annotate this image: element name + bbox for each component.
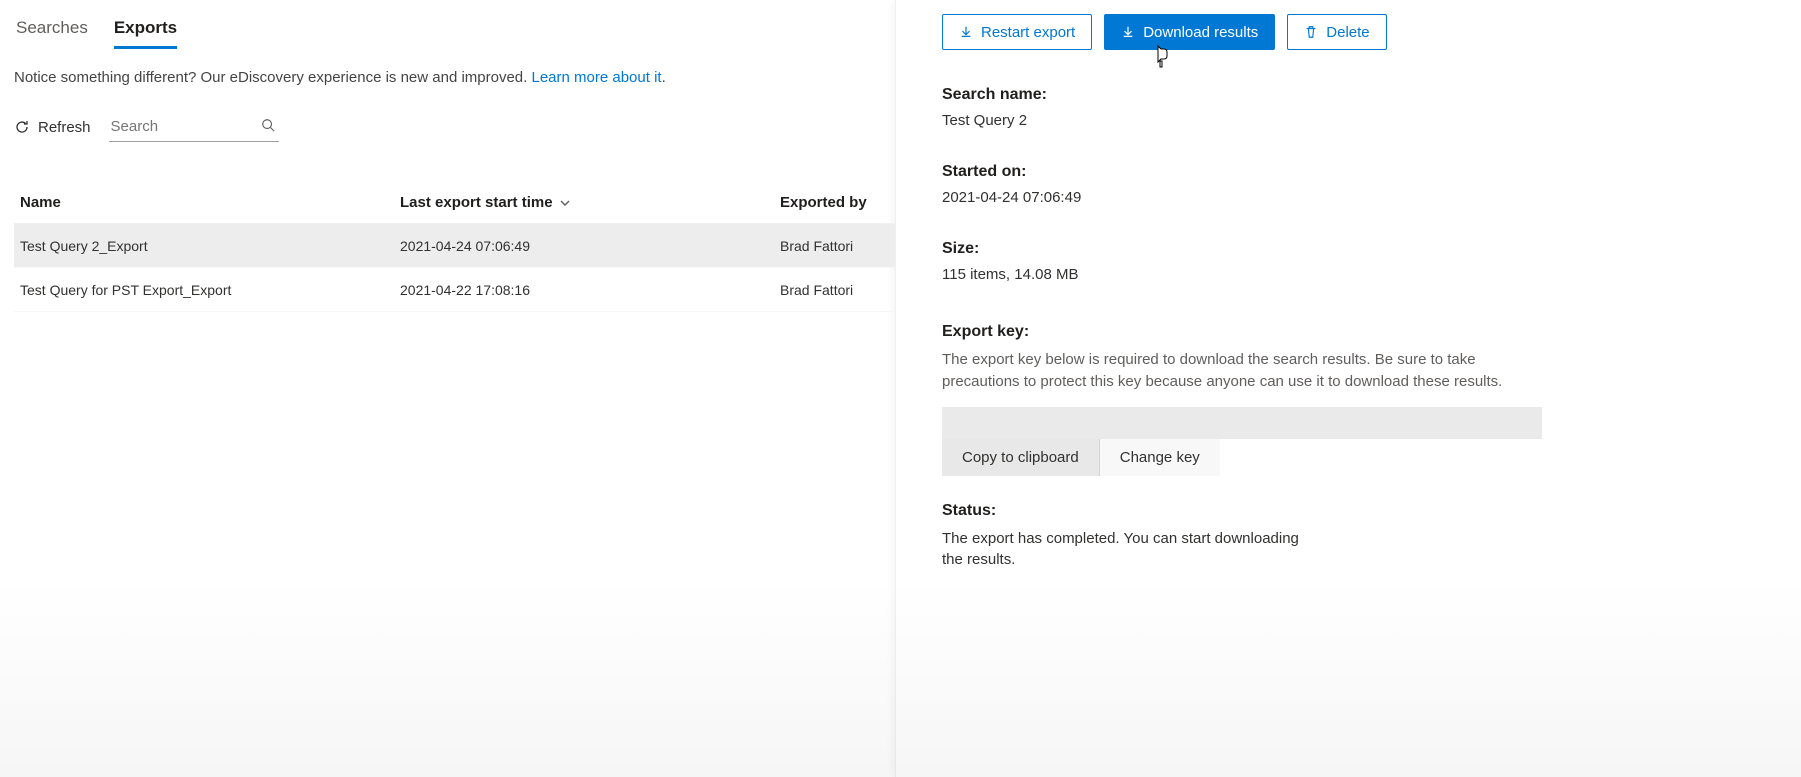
- export-key-label: Export key:: [942, 323, 1773, 341]
- table-header: Name Last export start time Exported by: [14, 182, 895, 224]
- search-name-value: Test Query 2: [942, 112, 1773, 129]
- delete-label: Delete: [1326, 24, 1369, 41]
- download-results-label: Download results: [1143, 24, 1258, 41]
- search-input[interactable]: [109, 112, 279, 141]
- notice-text: Notice something different? Our eDiscove…: [14, 69, 531, 86]
- size-label: Size:: [942, 240, 1773, 258]
- chevron-down-icon: [559, 197, 571, 209]
- download-icon: [959, 25, 973, 39]
- size-value: 115 items, 14.08 MB: [942, 266, 1773, 283]
- tab-exports[interactable]: Exports: [114, 14, 177, 49]
- export-key-actions: Copy to clipboard Change key: [942, 439, 1542, 476]
- col-last-start-label: Last export start time: [400, 194, 553, 211]
- change-key-button[interactable]: Change key: [1100, 439, 1220, 476]
- cell-by: Brad Fattori: [780, 282, 889, 298]
- page-tabs: Searches Exports: [14, 14, 895, 49]
- col-name[interactable]: Name: [20, 194, 400, 211]
- copy-key-button[interactable]: Copy to clipboard: [942, 439, 1100, 476]
- learn-more-link[interactable]: Learn more about it: [531, 69, 661, 86]
- refresh-button[interactable]: Refresh: [14, 119, 91, 136]
- refresh-label: Refresh: [38, 119, 91, 136]
- export-key-note: The export key below is required to down…: [942, 349, 1542, 393]
- tab-searches[interactable]: Searches: [16, 14, 88, 49]
- cell-name: Test Query for PST Export_Export: [20, 282, 400, 298]
- cell-time: 2021-04-24 07:06:49: [400, 238, 780, 254]
- download-results-button[interactable]: Download results: [1104, 14, 1275, 50]
- started-on-label: Started on:: [942, 163, 1773, 181]
- info-notice: Notice something different? Our eDiscove…: [14, 69, 895, 86]
- col-exported-by[interactable]: Exported by: [780, 194, 889, 211]
- cell-name: Test Query 2_Export: [20, 238, 400, 254]
- search-icon[interactable]: [261, 118, 275, 135]
- search-name-label: Search name:: [942, 86, 1773, 104]
- restart-export-label: Restart export: [981, 24, 1075, 41]
- trash-icon: [1304, 25, 1318, 39]
- delete-button[interactable]: Delete: [1287, 14, 1386, 50]
- notice-dot: .: [662, 69, 666, 86]
- refresh-icon: [14, 119, 30, 135]
- status-label: Status:: [942, 502, 1773, 520]
- exports-list-pane: Searches Exports Notice something differ…: [0, 0, 895, 777]
- exports-table: Name Last export start time Exported by …: [14, 182, 895, 312]
- download-icon: [1121, 25, 1135, 39]
- table-row[interactable]: Test Query 2_Export 2021-04-24 07:06:49 …: [14, 224, 895, 268]
- export-details-pane: Restart export Download results Delete S…: [895, 0, 1801, 777]
- cell-time: 2021-04-22 17:08:16: [400, 282, 780, 298]
- status-value: The export has completed. You can start …: [942, 528, 1302, 572]
- started-on-value: 2021-04-24 07:06:49: [942, 189, 1773, 206]
- search-box: [109, 112, 279, 142]
- action-bar: Restart export Download results Delete: [942, 14, 1773, 50]
- cell-by: Brad Fattori: [780, 238, 889, 254]
- col-last-start[interactable]: Last export start time: [400, 194, 780, 211]
- export-key-field[interactable]: [942, 407, 1542, 439]
- restart-export-button[interactable]: Restart export: [942, 14, 1092, 50]
- table-row[interactable]: Test Query for PST Export_Export 2021-04…: [14, 268, 895, 312]
- list-toolbar: Refresh: [14, 112, 895, 142]
